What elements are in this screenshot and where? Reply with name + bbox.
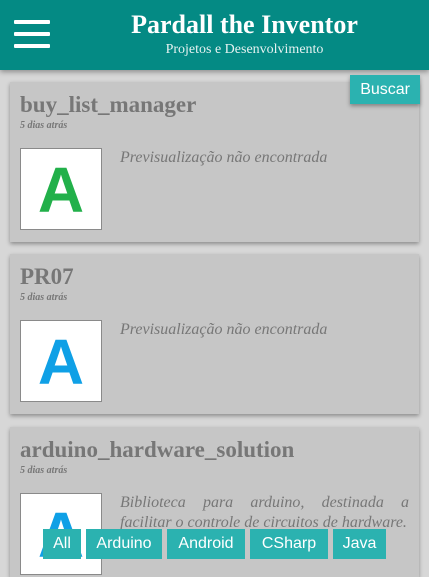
project-title[interactable]: buy_list_manager [20, 92, 196, 118]
tag-csharp-button[interactable]: CSharp [250, 529, 328, 559]
project-thumbnail[interactable]: A [20, 148, 102, 230]
app-subtitle: Projetos e Desenvolvimento [165, 42, 324, 57]
project-date: 5 dias atrás [20, 292, 68, 303]
project-description: Previsualização não encontrada [120, 321, 328, 338]
project-title[interactable]: PR07 [20, 264, 74, 290]
project-date: 5 dias atrás [20, 465, 68, 476]
project-date: 5 dias atrás [20, 120, 68, 131]
project-description: Previsualização não encontrada [120, 149, 328, 166]
menu-icon-bar [14, 44, 50, 48]
tag-all-button[interactable]: All [43, 529, 81, 559]
app-header: Pardall the Inventor Projetos e Desenvol… [0, 0, 429, 70]
search-button[interactable]: Buscar [350, 75, 420, 104]
menu-icon[interactable] [14, 18, 50, 50]
project-thumbnail[interactable]: A [20, 320, 102, 402]
app-title: Pardall the Inventor [131, 10, 358, 39]
project-card[interactable]: buy_list_manager 5 dias atrás A Previsua… [10, 82, 419, 242]
project-title[interactable]: arduino_hardware_solution [20, 437, 294, 463]
project-card[interactable]: PR07 5 dias atrás A Previsualização não … [10, 254, 419, 414]
thumbnail-letter: A [37, 326, 85, 398]
menu-icon-bar [14, 32, 50, 36]
project-description: Biblioteca para arduino, destinada a fac… [120, 494, 409, 531]
tag-java-button[interactable]: Java [333, 529, 386, 559]
thumbnail-letter: A [37, 154, 85, 226]
menu-icon-bar [14, 20, 50, 24]
tag-arduino-button[interactable]: Arduino [86, 529, 162, 559]
tag-android-button[interactable]: Android [167, 529, 245, 559]
